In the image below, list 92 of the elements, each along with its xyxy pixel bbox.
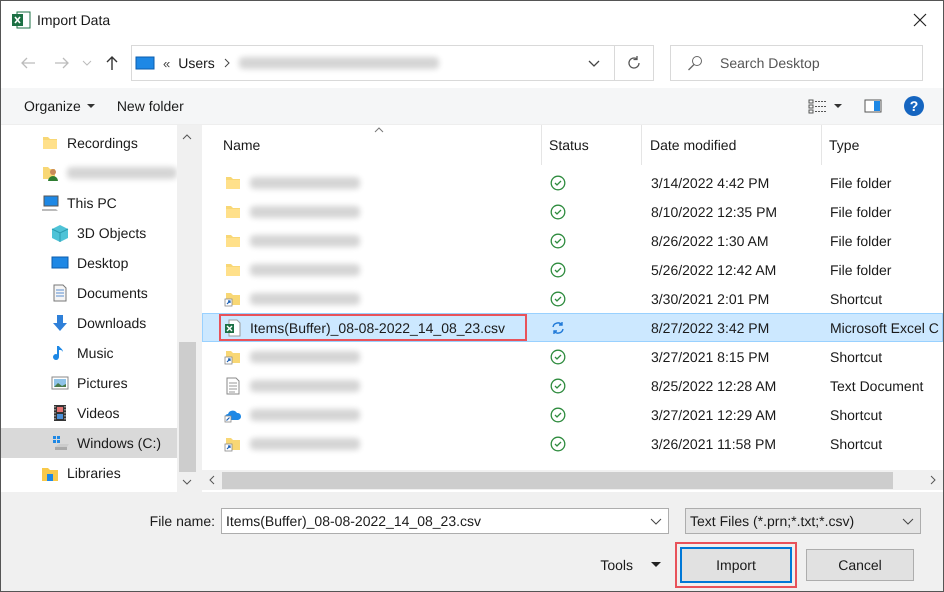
sidebar-item[interactable]: Recordings xyxy=(1,128,177,158)
caret-icon xyxy=(86,103,95,109)
dialog-button[interactable]: Import xyxy=(675,542,797,588)
cube-icon xyxy=(51,224,69,242)
up-arrow-icon xyxy=(104,55,120,71)
caret-icon xyxy=(834,103,842,109)
sidebar-item[interactable]: Desktop xyxy=(1,248,177,278)
folder-icon xyxy=(41,134,59,152)
horizontal-scrollbar[interactable] xyxy=(202,470,943,490)
forward-arrow-icon xyxy=(54,55,70,71)
file-row[interactable]: 8/10/2022 12:35 PM File folder xyxy=(202,197,943,226)
preview-pane-icon xyxy=(864,98,882,114)
chevron-up-icon xyxy=(182,133,192,141)
type-cell-text: Microsoft Excel C xyxy=(829,318,940,338)
details-view-icon xyxy=(808,98,828,114)
sidebar-item[interactable]: Windows (C:) xyxy=(1,428,177,458)
file-row[interactable]: 8/26/2022 1:30 AM File folder xyxy=(202,226,943,255)
type-cell-text: File folder xyxy=(829,174,892,192)
chevron-down-icon xyxy=(182,478,192,486)
drive-icon xyxy=(51,434,69,452)
sidebar-item[interactable]: Documents xyxy=(1,278,177,308)
file-row[interactable]: 3/14/2022 4:42 PM File folder xyxy=(202,168,943,197)
spreadsheet-app-icon xyxy=(11,10,31,30)
file-row[interactable]: Items(Buffer)_08-08-2022_14_08_23.csv 8/27/2022 3:42 PM Microsoft Excel C xyxy=(202,313,943,342)
date-cell-text: 8/25/2022 12:28 AM xyxy=(650,376,778,396)
file-row[interactable]: 8/25/2022 12:28 AM Text Document xyxy=(202,371,943,400)
date-cell-text: 3/27/2021 8:15 PM xyxy=(650,348,770,366)
window-title: Import Data xyxy=(37,12,112,28)
tools-menu-button[interactable]: Tools xyxy=(600,557,661,573)
file-row[interactable]: 3/30/2021 2:01 PM Shortcut xyxy=(202,284,943,313)
column-header[interactable]: Status xyxy=(542,125,642,165)
chevron-down-icon xyxy=(82,58,92,68)
type-cell-text: Text Document xyxy=(829,376,924,396)
type-cell-text: File folder xyxy=(829,232,892,250)
file-name-label: File name: xyxy=(150,513,215,529)
new-folder-button[interactable]: New folder xyxy=(108,91,193,121)
file-type-dropdown[interactable]: Text Files (*.prn;*.txt;*.csv) xyxy=(685,508,921,534)
spreadsheet-file-icon xyxy=(224,318,242,336)
file-row[interactable]: 3/27/2021 12:29 AM Shortcut xyxy=(202,400,943,429)
sidebar-item[interactable]: 3D Objects xyxy=(1,218,177,248)
file-row[interactable]: 3/27/2021 8:15 PM Shortcut xyxy=(202,342,943,371)
type-cell-text: Shortcut xyxy=(829,434,884,454)
film-icon xyxy=(51,404,69,422)
chevron-left-icon xyxy=(208,475,216,485)
down-arrow-icon xyxy=(51,314,69,332)
chevron-right-icon xyxy=(222,57,231,69)
date-cell-text: 5/26/2022 12:42 AM xyxy=(650,260,778,280)
type-cell-text: File folder xyxy=(829,202,892,222)
date-cell-text: 3/30/2021 2:01 PM xyxy=(650,290,770,308)
type-cell-text: Shortcut xyxy=(829,406,884,424)
document-icon xyxy=(51,284,69,302)
date-cell-text: 3/27/2021 12:29 AM xyxy=(650,406,778,424)
sidebar-item[interactable]: Pictures xyxy=(1,368,177,398)
search-field[interactable]: Search Desktop xyxy=(670,45,923,81)
chevron-right-icon xyxy=(929,475,937,485)
sidebar-item[interactable]: Music xyxy=(1,338,177,368)
sidebar-item[interactable]: This PC xyxy=(1,188,177,218)
file-row[interactable]: 5/26/2022 12:42 AM File folder xyxy=(202,255,943,284)
text-file-icon xyxy=(224,376,242,394)
column-header[interactable]: Type xyxy=(822,125,943,165)
date-cell-text: 8/26/2022 1:30 AM xyxy=(650,232,770,250)
sidebar-item[interactable]: Downloads xyxy=(1,308,177,338)
column-header[interactable]: Date modified xyxy=(642,125,822,165)
organize-menu-button[interactable]: Organize xyxy=(15,91,104,121)
breadcrumb[interactable]: Users xyxy=(178,55,215,71)
column-header[interactable]: Name xyxy=(202,125,542,165)
date-cell-text: 3/14/2022 4:42 PM xyxy=(650,174,770,192)
overflow-chevron[interactable]: « xyxy=(163,56,170,70)
highlighted-file-name: Items(Buffer)_08-08-2022_14_08_23.csv xyxy=(219,314,527,341)
type-cell-text: Shortcut xyxy=(829,348,884,366)
monitor-icon xyxy=(135,55,155,71)
computer-icon xyxy=(41,194,59,212)
date-cell-text: 8/10/2022 12:35 PM xyxy=(650,202,778,222)
address-bar[interactable]: « Users xyxy=(131,45,615,81)
close-icon xyxy=(913,12,927,26)
help-button[interactable]: ? xyxy=(904,96,924,116)
type-cell-text: File folder xyxy=(829,260,892,280)
refresh-icon xyxy=(626,55,642,71)
file-name-field[interactable]: Items(Buffer)_08-08-2022_14_08_23.csv xyxy=(221,508,669,534)
date-cell-text: 8/27/2022 3:42 PM xyxy=(650,318,770,338)
back-arrow-icon xyxy=(20,55,36,71)
refresh-button[interactable] xyxy=(615,45,654,81)
dialog-button[interactable]: Cancel xyxy=(806,549,914,581)
sidebar-item[interactable]: Videos xyxy=(1,398,177,428)
picture-icon xyxy=(51,374,69,392)
file-row[interactable]: 3/26/2021 11:58 PM Shortcut xyxy=(202,429,943,458)
search-icon xyxy=(687,55,703,71)
sidebar-item[interactable]: Libraries xyxy=(1,458,177,488)
date-cell-text: 3/26/2021 11:58 PM xyxy=(650,434,778,454)
caret-icon xyxy=(651,562,661,568)
user-folder-icon xyxy=(41,164,59,182)
type-cell-text: Shortcut xyxy=(829,290,884,308)
